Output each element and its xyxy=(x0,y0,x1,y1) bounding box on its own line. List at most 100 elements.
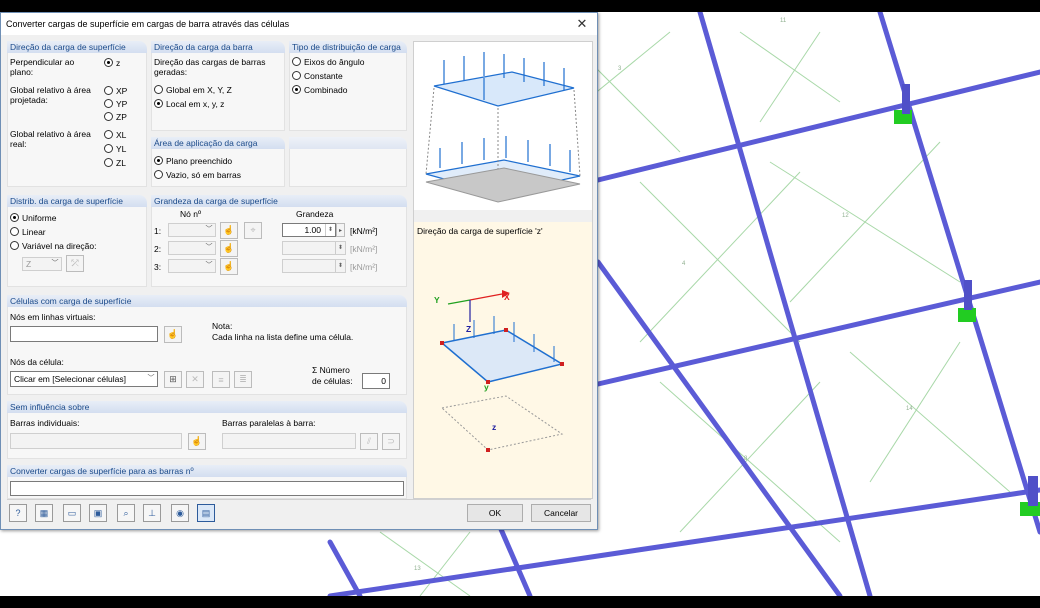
svg-text:3: 3 xyxy=(618,66,622,72)
title-bar: Converter cargas de superfície em cargas… xyxy=(1,13,597,35)
group-header: Direção da carga da barra xyxy=(151,41,285,53)
pick-virtual-lines-button[interactable]: ☝ xyxy=(164,326,182,343)
delete-button[interactable]: ✕ xyxy=(186,371,204,388)
pick-node-button-1[interactable]: ☝ xyxy=(220,222,238,239)
radio-empty-members[interactable] xyxy=(154,170,163,179)
radio-zp[interactable] xyxy=(104,112,113,121)
preview-panel: Direção da carga de superfície 'z' Y X Z… xyxy=(413,41,593,499)
display-button[interactable]: ▤ xyxy=(197,504,215,522)
row-label: 3: xyxy=(154,262,162,272)
count-label: de células: xyxy=(312,376,353,386)
close-icon[interactable]: ✕ xyxy=(567,16,597,32)
count-value: 0 xyxy=(381,376,386,386)
direction-select[interactable]: Z ﹀ xyxy=(22,257,62,271)
unit-label: [kN/m²] xyxy=(350,244,378,254)
cell-nodes-select[interactable]: Clicar em [Selecionar células] ﹀ xyxy=(10,371,158,387)
magnitude-input-2[interactable]: ⬍ xyxy=(282,241,346,255)
node-select-1[interactable]: ﹀ xyxy=(168,223,216,237)
radio-yp[interactable] xyxy=(104,99,113,108)
select-cells-button[interactable]: ⊞ xyxy=(164,371,182,388)
radio-local-xyz[interactable] xyxy=(154,99,163,108)
cell-nodes-label: Nós da célula: xyxy=(10,357,64,367)
radio-global-xyz[interactable] xyxy=(154,85,163,94)
save-icon: ▣ xyxy=(93,507,103,518)
chevron-down-icon: ﹀ xyxy=(205,226,213,233)
node-select-3[interactable]: ﹀ xyxy=(168,259,216,273)
direction-preview: Direção da carga de superfície 'z' Y X Z… xyxy=(414,222,592,498)
save-button[interactable]: ▣ xyxy=(89,504,107,522)
local-y-label: y xyxy=(484,382,489,392)
parallel-options-button[interactable]: ⊃ xyxy=(382,433,400,450)
menu-arrow-button[interactable]: ▸ xyxy=(336,223,345,237)
radio-combined[interactable] xyxy=(292,85,301,94)
load-magnitude-group: Grandeza da carga de superfície Nó nº Gr… xyxy=(151,195,407,287)
parallel-icon: ⫽ xyxy=(366,436,371,446)
radio-zl[interactable] xyxy=(104,158,113,167)
units-button[interactable]: ▦ xyxy=(35,504,53,522)
radio-perp-z[interactable] xyxy=(104,58,113,67)
radio-label: Variável na direção: xyxy=(22,241,97,251)
radio-yl[interactable] xyxy=(104,144,113,153)
node-select-2[interactable]: ﹀ xyxy=(168,241,216,255)
group-header: Converter cargas de superfície para as b… xyxy=(7,465,407,477)
pointer-icon: ☝ xyxy=(223,261,235,271)
real-label: Global relativo à área real: xyxy=(10,129,91,149)
radio-xl[interactable] xyxy=(104,130,113,139)
radio-xp[interactable] xyxy=(104,86,113,95)
load-distribution-diagram xyxy=(414,42,592,210)
help-button[interactable]: ? xyxy=(9,504,27,522)
individual-members-label: Barras individuais: xyxy=(10,418,80,428)
magnitude-input-1[interactable]: 1.00 ⬍ xyxy=(282,223,336,237)
spin-icon[interactable]: ⬍ xyxy=(325,224,335,236)
pointer-icon: ☝ xyxy=(167,329,179,339)
radio-filled-plane[interactable] xyxy=(154,156,163,165)
radio-uniform[interactable] xyxy=(10,213,19,222)
pointer-icon: ☝ xyxy=(223,243,235,253)
axis-preview-diagram xyxy=(440,290,564,452)
convert-members-input[interactable] xyxy=(10,481,404,496)
radio-linear[interactable] xyxy=(10,227,19,236)
application-area-group: Área de aplicação da carga Plano preench… xyxy=(151,137,285,187)
edit-row-button[interactable]: ≣ xyxy=(234,371,252,388)
help-icon: ? xyxy=(15,508,21,518)
add-row-button[interactable]: ≡ xyxy=(212,371,230,388)
convert-members-group: Converter cargas de superfície para as b… xyxy=(7,465,407,499)
chevron-down-icon: ﹀ xyxy=(205,262,213,269)
surface-distribution-group: Distrib. da carga de superfície Uniforme… xyxy=(7,195,147,287)
radio-label: Linear xyxy=(22,227,46,237)
select-nodes-button[interactable]: ⌖ xyxy=(244,222,262,239)
group-header: Tipo de distribuição de carga xyxy=(289,41,407,53)
chevron-down-icon: ﹀ xyxy=(205,244,213,251)
radio-label: Eixos do ângulo xyxy=(304,57,365,67)
svg-text:8: 8 xyxy=(744,456,748,462)
pick-node-button-3[interactable]: ☝ xyxy=(220,258,238,275)
virtual-lines-input[interactable] xyxy=(10,326,158,342)
pick-direction-button[interactable]: ⤱ xyxy=(66,255,84,272)
radio-variable[interactable] xyxy=(10,241,19,250)
dialog-title: Converter cargas de superfície em cargas… xyxy=(6,19,290,29)
ok-button[interactable]: OK xyxy=(467,504,523,522)
coordinate-system-button[interactable]: ⊥ xyxy=(143,504,161,522)
pick-members-button[interactable]: ☝ xyxy=(188,433,206,450)
folder-icon: ▭ xyxy=(67,507,77,518)
projected-label: Global relativo à área projetada: xyxy=(10,85,91,105)
pick-parallel-button[interactable]: ⫽ xyxy=(360,433,378,450)
unit-label: [kN/m²] xyxy=(350,262,378,272)
view-button[interactable]: ◉ xyxy=(171,504,189,522)
eye-icon: ◉ xyxy=(176,507,184,518)
magnitude-input-3[interactable]: ⬍ xyxy=(282,259,346,273)
spin-icon[interactable]: ⬍ xyxy=(335,260,345,272)
individual-members-input[interactable] xyxy=(10,433,182,449)
pointer-icon: ☝ xyxy=(223,225,235,235)
axis-x-label: X xyxy=(504,292,510,302)
search-button[interactable]: ⌕ xyxy=(117,504,135,522)
cancel-button[interactable]: Cancelar xyxy=(531,504,591,522)
spin-icon[interactable]: ⬍ xyxy=(335,242,345,254)
radio-constant[interactable] xyxy=(292,71,301,80)
parallel-members-input[interactable] xyxy=(222,433,356,449)
nodes-icon: ⌖ xyxy=(250,225,256,235)
convert-loads-dialog: Converter cargas de superfície em cargas… xyxy=(0,12,598,530)
pick-node-button-2[interactable]: ☝ xyxy=(220,240,238,257)
radio-angle-axes[interactable] xyxy=(292,57,301,66)
open-button[interactable]: ▭ xyxy=(63,504,81,522)
